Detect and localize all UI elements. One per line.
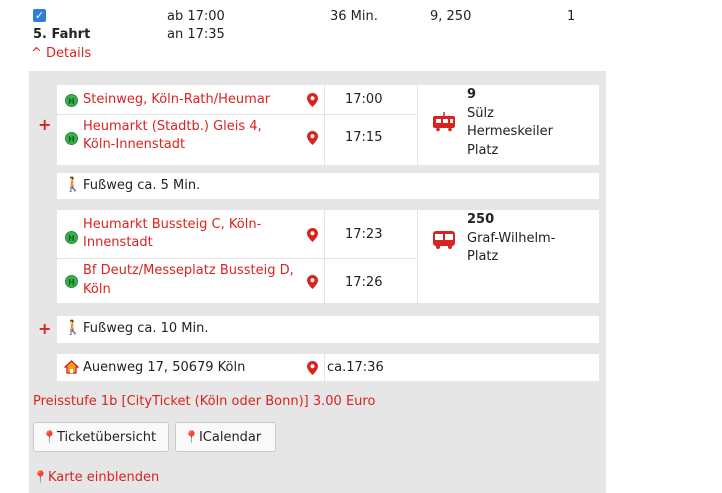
map-pin-icon[interactable] [307,228,318,242]
tram-direction-line2: Hermeskeiler [467,124,553,139]
stop-icon: H [65,94,78,107]
bus-to-time: 17:26 [345,275,383,290]
changes-count: 1 [567,9,576,24]
walk-segment-1: 🚶 Fußweg ca. 5 Min. [57,173,599,199]
ride-label: 5. Fahrt [33,27,91,42]
bus-to-stop-line1[interactable]: Bf Deutz/Messeplatz Bussteig D, [83,263,294,278]
tram-to-stop-line1[interactable]: Heumarkt (Stadtb.) Gleis 4, [83,119,262,134]
map-pin-icon[interactable] [307,93,318,107]
tram-line-number: 9 [467,87,477,102]
walking-person-icon: 🚶 [64,177,82,193]
bus-direction-line2: Platz [467,249,499,264]
bus-line-number: 250 [467,212,495,227]
tram-from-time: 17:00 [345,92,383,107]
walk-segment-2: 🚶 Fußweg ca. 10 Min. [57,316,599,343]
walk1-label: Fußweg ca. 5 Min. [83,178,201,193]
destination-card: Auenweg 17, 50679 Köln ca.17:36 [57,354,599,381]
details-toggle[interactable]: ^ Details [31,46,91,61]
bus-from-stop-line1[interactable]: Heumarkt Bussteig C, Köln- [83,217,261,232]
map-pin-icon[interactable] [307,361,318,375]
map-pin-icon: 📍 [33,470,48,484]
expand-plus-icon[interactable]: + [38,115,51,134]
destination-address: Auenweg 17, 50679 Köln [83,360,246,375]
tram-direction-line3: Platz [467,143,499,158]
tram-from-stop[interactable]: Steinweg, Köln-Rath/Heumar [83,92,270,107]
stop-icon: H [65,132,78,145]
bus-segment-card: H Heumarkt Bussteig C, Köln- Innenstadt … [57,210,599,303]
tram-to-stop-line2[interactable]: Köln-Innenstadt [83,137,185,152]
duration: 36 Min. [330,9,378,24]
expand-plus-icon[interactable]: + [38,319,51,338]
tram-to-time: 17:15 [345,130,383,145]
ride-select-checkbox[interactable]: ✓ [33,9,46,22]
bus-direction-line1: Graf-Wilhelm- [467,231,556,246]
tram-segment-card: H Steinweg, Köln-Rath/Heumar 17:00 H Heu… [57,85,599,165]
bus-from-stop-line2[interactable]: Innenstadt [83,235,153,250]
lines: 9, 250 [430,9,472,24]
map-pin-icon: 📍 [42,430,57,444]
map-pin-icon: 📍 [184,430,199,444]
bus-to-stop-line2[interactable]: Köln [83,282,111,297]
map-pin-icon[interactable] [307,131,318,145]
departure-time: ab 17:00 [167,9,225,24]
stop-icon: H [65,275,78,288]
home-icon [64,360,79,374]
bus-from-time: 17:23 [345,227,383,242]
arrival-time: an 17:35 [167,27,225,42]
stop-icon: H [65,231,78,244]
walking-person-icon: 🚶 [64,320,82,336]
tram-direction-line1: Sülz [467,106,494,121]
bus-icon [433,231,455,249]
walk2-label: Fußweg ca. 10 Min. [83,321,209,336]
price-info: Preisstufe 1b [CityTicket (Köln oder Bon… [33,394,376,409]
tram-icon [433,112,455,132]
destination-time: ca.17:36 [327,360,384,375]
map-pin-icon[interactable] [307,275,318,289]
ticket-overview-button[interactable]: 📍Ticketübersicht [33,422,169,452]
icalendar-button[interactable]: 📍ICalendar [175,422,276,452]
show-map-link[interactable]: 📍Karte einblenden [33,470,159,485]
